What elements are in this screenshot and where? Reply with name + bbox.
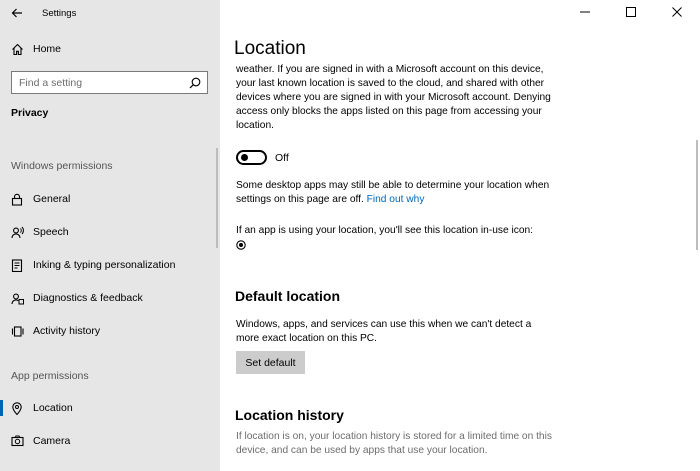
location-intro-text: weather. If you are signed in with a Mic… (236, 64, 551, 131)
sidebar-item-label: Diagnostics & feedback (33, 292, 143, 304)
app-title: Settings (42, 7, 77, 19)
section-header-app-permissions: App permissions (11, 370, 89, 382)
minimize-icon (580, 11, 590, 13)
inking-icon (10, 258, 24, 272)
default-location-heading: Default location (235, 288, 341, 304)
window-controls (562, 0, 700, 24)
inuse-note: If an app is using your location, you'll… (236, 225, 533, 236)
home-icon (10, 42, 24, 56)
activity-icon (10, 324, 24, 338)
sidebar-item-label: Inking & typing personalization (33, 259, 176, 271)
back-button[interactable] (0, 0, 34, 26)
sidebar-item-label: Location (33, 402, 73, 414)
maximize-icon (626, 7, 636, 17)
default-location-text: Windows, apps, and services can use this… (236, 319, 532, 344)
sidebar-item-inking-typing[interactable]: Inking & typing personalization (0, 252, 220, 278)
sidebar-item-speech[interactable]: Speech (0, 219, 220, 245)
close-icon (672, 7, 682, 17)
set-default-button[interactable]: Set default (236, 351, 305, 374)
location-toggle[interactable] (236, 150, 267, 165)
toggle-state-label: Off (275, 152, 289, 164)
camera-icon (10, 434, 24, 448)
search-placeholder: Find a setting (19, 76, 83, 89)
sidebar-item-label: Camera (33, 435, 71, 447)
close-button[interactable] (654, 0, 700, 24)
sidebar-item-label: Activity history (33, 325, 101, 337)
main-content: Location weather. If you are signed in w… (220, 0, 700, 471)
location-history-text: If location is on, your location history… (236, 431, 552, 456)
sidebar-item-label: General (33, 193, 71, 205)
sidebar-item-label: Speech (33, 226, 69, 238)
section-header-windows-permissions: Windows permissions (11, 160, 113, 172)
maximize-button[interactable] (608, 0, 654, 24)
sidebar-item-location[interactable]: Location (0, 395, 220, 421)
toggle-knob (241, 154, 248, 161)
main-scrollbar[interactable] (696, 140, 698, 250)
titlebar: Settings (0, 0, 220, 26)
sidebar-item-home[interactable]: Home (0, 36, 220, 62)
diagnostics-icon (10, 291, 24, 305)
location-icon (10, 401, 24, 415)
sidebar-item-camera[interactable]: Camera (0, 428, 220, 454)
sidebar-scrollbar[interactable] (216, 148, 218, 248)
search-input[interactable]: Find a setting (11, 71, 208, 94)
location-in-use-icon (236, 240, 246, 250)
desktop-apps-note: Some desktop apps may still be able to d… (236, 179, 556, 207)
sidebar-item-label: Home (33, 43, 62, 55)
speech-icon (10, 225, 24, 239)
back-arrow-icon (11, 8, 22, 18)
sidebar-item-diagnostics[interactable]: Diagnostics & feedback (0, 285, 220, 311)
search-icon (189, 77, 201, 88)
minimize-button[interactable] (562, 0, 608, 24)
lock-icon (10, 192, 24, 206)
location-history-heading: Location history (235, 407, 344, 423)
page-title: Location (234, 38, 306, 59)
find-out-why-link[interactable]: Find out why (367, 194, 425, 205)
page-category: Privacy (11, 107, 49, 119)
sidebar: Settings Home Find a setting Privacy Win… (0, 0, 220, 471)
sidebar-item-general[interactable]: General (0, 186, 220, 212)
sidebar-item-activity-history[interactable]: Activity history (0, 318, 220, 344)
